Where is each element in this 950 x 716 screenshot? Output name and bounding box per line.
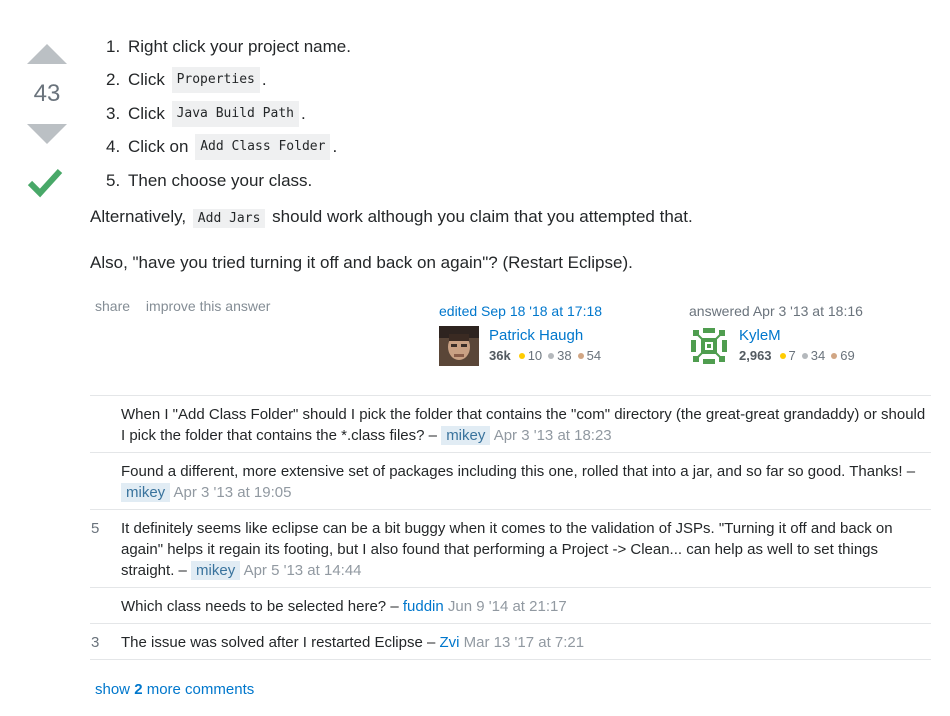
comment-score	[90, 461, 121, 503]
list-item: 5. Then choose your class.	[106, 170, 313, 190]
comments-list: When I "Add Class Folder" should I pick …	[90, 395, 931, 660]
inline-code: Properties	[171, 67, 260, 94]
alternative-paragraph: Alternatively, Add Jars should work alth…	[90, 207, 693, 228]
avatar[interactable]	[439, 326, 479, 366]
comment: Found a different, more extensive set of…	[90, 453, 931, 510]
comment-user-link[interactable]: mikey	[441, 426, 491, 445]
comment-date[interactable]: Apr 3 '13 at 18:23	[494, 427, 612, 444]
comment-user-link[interactable]: fuddin	[403, 598, 444, 615]
comment-body: When I "Add Class Folder" should I pick …	[121, 406, 926, 445]
comment-score: 3	[91, 634, 100, 651]
comment-score: 5	[91, 520, 100, 537]
inline-code: Add Jars	[192, 209, 266, 228]
comment-date[interactable]: Apr 3 '13 at 19:05	[174, 484, 292, 501]
list-item: 4. Click on Add Class Folder.	[106, 131, 935, 165]
answer-body: 1. Right click your project name. 2. Cli…	[90, 30, 935, 272]
editor-card: edited Sep 18 '18 at 17:18 Patrick Haugh…	[439, 302, 602, 366]
comment-body: Found a different, more extensive set of…	[121, 463, 916, 502]
accepted-checkmark-icon	[27, 168, 63, 198]
answered-timestamp: answered Apr 3 '13 at 18:16	[689, 303, 863, 319]
comment-user-link[interactable]: mikey	[121, 483, 171, 502]
list-item: 3. Click Java Build Path.	[106, 97, 935, 131]
comment: 5 It definitely seems like eclipse can b…	[90, 510, 931, 588]
comment-body: The issue was solved after I restarted E…	[121, 634, 585, 651]
gold-badge-icon	[779, 352, 786, 359]
silver-badge-icon	[548, 352, 555, 359]
improve-answer-link[interactable]: improve this answer	[146, 298, 271, 314]
avatar[interactable]	[689, 326, 729, 366]
editor-reputation: 36k 10 38 54	[489, 348, 602, 363]
post-menu: share improve this answer	[95, 298, 282, 314]
silver-badge-icon	[801, 352, 808, 359]
comment-body: Which class needs to be selected here? –…	[121, 598, 567, 615]
comment-score	[90, 404, 121, 446]
share-link[interactable]: share	[95, 298, 130, 314]
bronze-badge-icon	[577, 352, 584, 359]
comment-body: It definitely seems like eclipse can be …	[121, 520, 893, 580]
comment-date[interactable]: Mar 13 '17 at 7:21	[464, 634, 584, 651]
comment-user-link[interactable]: Zvi	[439, 634, 459, 651]
vote-count: 43	[33, 80, 61, 107]
show-more-comments-link[interactable]: show 2 more comments	[95, 681, 254, 698]
bronze-badge-icon	[831, 352, 838, 359]
comment-score	[90, 596, 121, 617]
comment-date[interactable]: Jun 9 '14 at 21:17	[448, 598, 567, 615]
answerer-card: answered Apr 3 '13 at 18:16 KyleM 2,963 …	[689, 302, 863, 366]
editor-name-link[interactable]: Patrick Haugh	[489, 326, 601, 346]
vote-column: 43	[24, 40, 68, 198]
upvote-arrow-icon[interactable]	[27, 44, 67, 64]
gold-badge-icon	[518, 352, 525, 359]
edited-timestamp-link[interactable]: edited Sep 18 '18 at 17:18	[439, 302, 602, 320]
steps-list: 1. Right click your project name. 2. Cli…	[106, 30, 935, 198]
answerer-name-link[interactable]: KyleM	[739, 326, 855, 346]
comment: 3 The issue was solved after I restarted…	[90, 624, 931, 660]
comment-user-link[interactable]: mikey	[191, 561, 241, 580]
comment-date[interactable]: Apr 5 '13 at 14:44	[244, 562, 362, 579]
comment: Which class needs to be selected here? –…	[90, 588, 931, 624]
answerer-reputation: 2,963 7 34 69	[739, 348, 855, 363]
list-item: 1. Right click your project name.	[106, 36, 351, 56]
list-item: 2. Click Properties.	[106, 64, 935, 98]
comment: When I "Add Class Folder" should I pick …	[90, 396, 931, 453]
also-paragraph: Also, "have you tried turning it off and…	[90, 253, 633, 272]
downvote-arrow-icon[interactable]	[27, 124, 67, 144]
inline-code: Add Class Folder	[195, 134, 331, 161]
inline-code: Java Build Path	[171, 100, 299, 127]
